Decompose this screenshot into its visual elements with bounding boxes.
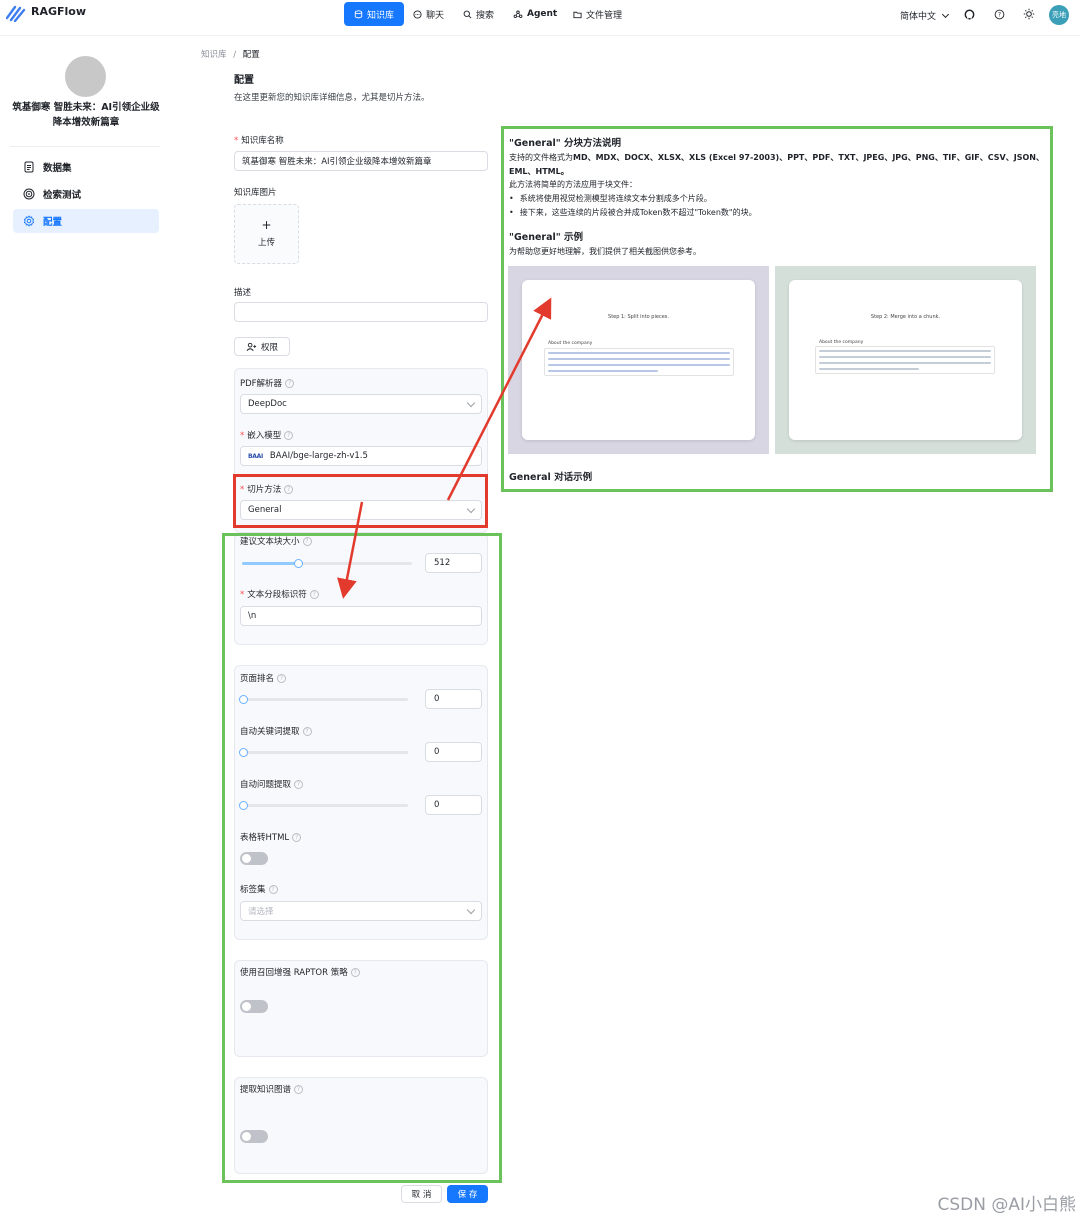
watermark: CSDN @AI小白熊 bbox=[937, 1195, 1076, 1215]
arrow-to-preview bbox=[446, 297, 552, 501]
arrow-to-chunk-config bbox=[337, 501, 364, 599]
annotation-arrows bbox=[337, 297, 552, 599]
